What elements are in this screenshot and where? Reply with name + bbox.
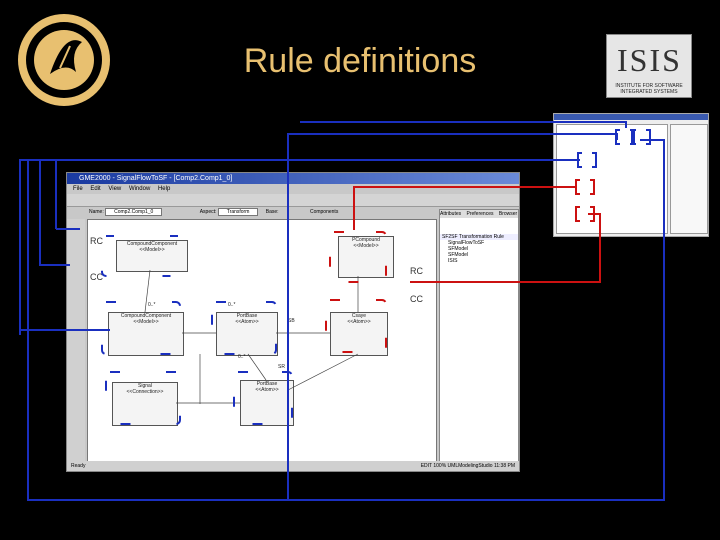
aspect-label: Aspect: — [199, 209, 217, 215]
menu-file[interactable]: File — [73, 186, 83, 192]
status-bar: Ready EDIT 100% UMLModelingStudio 11:38 … — [67, 461, 519, 471]
tab-attributes[interactable]: Attributes — [440, 211, 461, 217]
gme-main-window: GME2000 - SignalFlowToSF - [Comp2.Comp1_… — [66, 172, 520, 472]
aspect-select[interactable]: Transform — [217, 208, 259, 216]
toolbar — [67, 194, 519, 207]
base-label: Base: — [265, 209, 279, 215]
tab-preferences[interactable]: Preferences — [467, 211, 494, 217]
window-titlebar[interactable]: GME2000 - SignalFlowToSF - [Comp2.Comp1_… — [67, 173, 519, 184]
field-bar: Name: Comp2.Comp1_0 Aspect: Transform Ba… — [67, 207, 439, 217]
isis-logo: ISIS INSTITUTE FOR SOFTWARE INTEGRATED SY… — [606, 34, 692, 98]
menu-bar: File Edit View Window Help — [67, 184, 519, 194]
menu-help[interactable]: Help — [158, 186, 170, 192]
diagram-canvas[interactable]: CompoundComponent <<Model>> PCompound <<… — [87, 219, 437, 463]
browser-panel: Attributes Preferences Browser SF2SF Tra… — [439, 209, 519, 463]
status-left: Ready — [71, 463, 86, 469]
name-field[interactable]: Comp2.Comp1_0 — [105, 208, 163, 216]
menu-edit[interactable]: Edit — [90, 186, 100, 192]
tool-palette[interactable] — [67, 219, 85, 461]
secondary-window-thumbnail — [553, 113, 709, 237]
name-label: Name: — [89, 209, 104, 215]
menu-window[interactable]: Window — [129, 186, 150, 192]
panel-tabs: Attributes Preferences Browser — [440, 210, 518, 218]
menu-view[interactable]: View — [108, 186, 121, 192]
diagram-edges — [144, 269, 359, 404]
status-right: EDIT 100% UMLModelingStudio 11:38 PM — [420, 463, 515, 469]
components-label: Components — [309, 209, 339, 215]
tab-browser[interactable]: Browser — [499, 211, 517, 217]
window-title: GME2000 - SignalFlowToSF - [Comp2.Comp1_… — [79, 175, 233, 182]
university-seal-logo — [18, 14, 110, 106]
tree-item[interactable]: ISIS — [440, 258, 518, 264]
